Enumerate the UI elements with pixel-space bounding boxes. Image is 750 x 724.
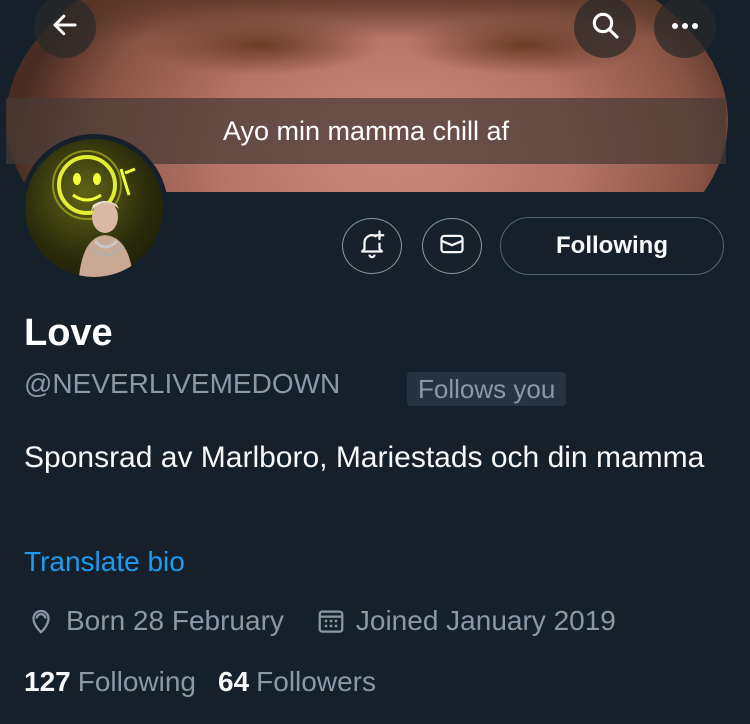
birthday-item: Born 28 February	[24, 604, 284, 638]
message-button[interactable]	[422, 218, 482, 274]
follow-counts: 127 Following 64 Followers	[24, 666, 376, 698]
birthday-text: Born 28 February	[66, 605, 284, 636]
profile-bio: Sponsrad av Marlboro, Mariestads och din…	[24, 441, 705, 474]
calendar-icon	[314, 604, 348, 638]
following-count: 127	[24, 666, 71, 697]
more-button[interactable]	[654, 0, 716, 58]
avatar[interactable]	[20, 134, 168, 282]
notify-button[interactable]	[342, 218, 402, 274]
search-icon	[589, 9, 621, 46]
envelope-icon	[438, 230, 466, 263]
avatar-photo	[25, 139, 163, 277]
joined-text: Joined January 2019	[355, 605, 616, 636]
banner-caption: Ayo min mamma chill af	[222, 115, 510, 146]
following-button[interactable]: Following	[500, 217, 724, 275]
followers-count-link[interactable]: 64 Followers	[218, 666, 376, 698]
followers-label: Followers	[256, 666, 376, 697]
translate-bio-link[interactable]: Translate bio	[24, 546, 185, 578]
profile-handle: @NEVERLIVEMEDOWN	[24, 368, 341, 399]
back-arrow-icon	[50, 10, 80, 45]
following-count-link[interactable]: 127 Following	[24, 666, 196, 698]
more-icon	[670, 18, 700, 36]
followers-count: 64	[218, 666, 250, 697]
location-pin-icon	[24, 604, 58, 638]
profile-meta: Born 28 February Joined January 2019	[24, 604, 616, 638]
bell-plus-icon	[357, 229, 387, 264]
following-label: Following	[77, 666, 196, 697]
joined-item: Joined January 2019	[314, 604, 616, 638]
profile-name: Love	[24, 312, 113, 354]
follows-you-badge: Follows you	[407, 372, 567, 406]
